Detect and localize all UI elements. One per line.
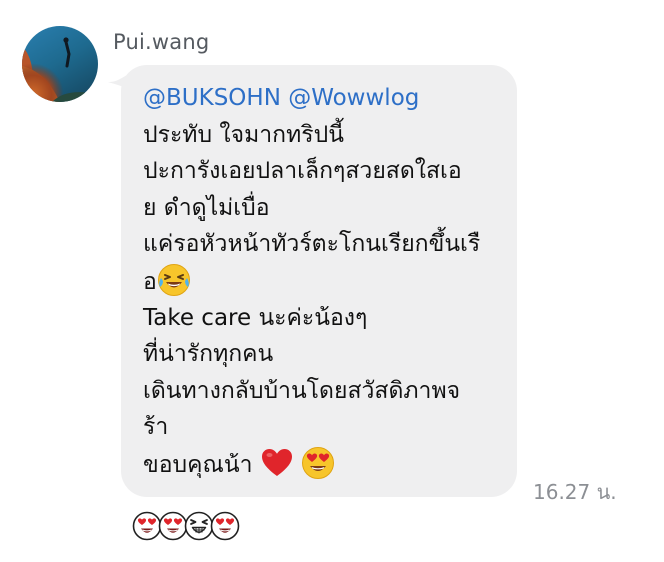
message-line-text: ขอบคุณน้า	[143, 451, 253, 478]
red-heart-icon	[260, 446, 294, 480]
message-timestamp: 16.27 น.	[533, 480, 617, 504]
message-line: ปะการังเอยปลาเล็กๆสวยสดใสเอ	[143, 158, 462, 185]
mention-line: @BUKSOHN @Wowwlog	[143, 80, 503, 117]
message-line: ร้า	[143, 414, 169, 441]
message-line-text: อ	[143, 268, 157, 295]
message-line: เดินทางกลับบ้านโดยสวัสดิภาพจ	[143, 377, 461, 404]
sender-name[interactable]: Pui.wang	[113, 30, 209, 54]
heart-eyes-reaction-icon[interactable]	[210, 511, 240, 541]
message-reactions[interactable]	[132, 511, 242, 541]
mention-buksohn[interactable]: @BUKSOHN	[143, 85, 281, 111]
message-line: ย ดำดูไม่เบื่อ	[143, 194, 270, 221]
message-line: ประทับ ใจมากทริปนี้	[143, 121, 344, 148]
message-line-with-emoji: ขอบคุณน้า	[143, 446, 503, 483]
heart-eyes-face-icon	[301, 446, 335, 480]
mention-wowwlog[interactable]: @Wowwlog	[288, 85, 419, 111]
message-text: @BUKSOHN @Wowwlog ประทับ ใจมากทริปนี้ ปะ…	[143, 80, 503, 483]
message-line: ที่น่ารักทุกคน	[143, 341, 274, 368]
message-line: แค่รอหัวหน้าทัวร์ตะโกนเรียกขึ้นเรื	[143, 231, 481, 258]
chat-view: Pui.wang @BUKSOHN @Wowwlog ประทับ ใจมากท…	[0, 0, 664, 562]
message-line: Take care นะค่ะน้องๆ	[143, 304, 368, 331]
laughing-crying-face-icon	[157, 263, 191, 297]
sender-avatar[interactable]	[22, 26, 98, 102]
message-line-with-emoji: อ	[143, 263, 503, 300]
